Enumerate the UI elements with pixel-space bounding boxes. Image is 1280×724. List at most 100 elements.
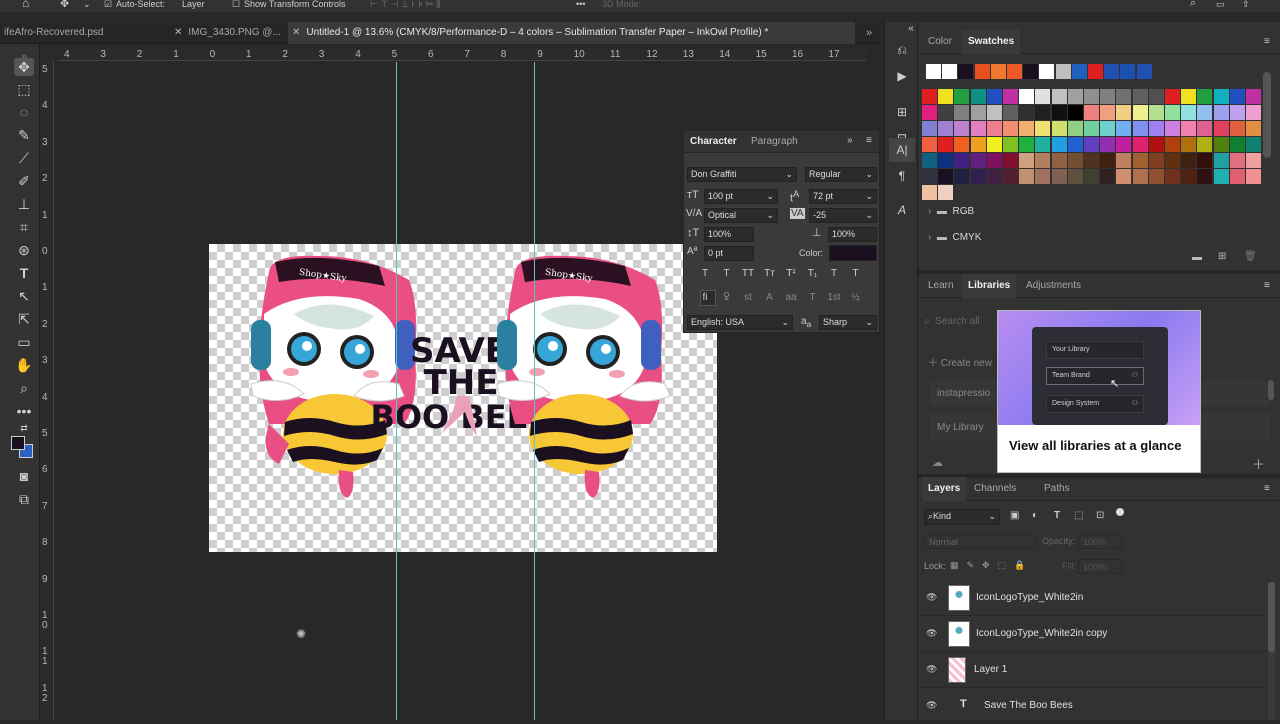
swatch[interactable]: [1003, 89, 1018, 104]
tab-character[interactable]: Character: [690, 136, 737, 147]
close-icon[interactable]: ✕: [292, 27, 300, 38]
swatch[interactable]: [1229, 153, 1245, 168]
swatch[interactable]: [1165, 169, 1180, 184]
swatch[interactable]: [1007, 64, 1022, 79]
swatch[interactable]: [1051, 137, 1067, 152]
swatch[interactable]: [1197, 89, 1213, 104]
swatch[interactable]: [942, 64, 958, 79]
swatch[interactable]: [1197, 169, 1213, 184]
swatch[interactable]: [922, 137, 937, 152]
swatch[interactable]: [1197, 105, 1213, 120]
quick-select-tool-icon[interactable]: ✎: [14, 126, 34, 144]
type-tool-icon[interactable]: T: [14, 264, 34, 282]
filter-type-icon[interactable]: T: [1054, 510, 1060, 521]
swatch[interactable]: [958, 64, 974, 79]
swatch[interactable]: [922, 169, 937, 184]
opentype-button[interactable]: fi: [698, 291, 712, 305]
swatch[interactable]: [1067, 89, 1083, 104]
swatch[interactable]: [986, 89, 1002, 104]
swatch[interactable]: [938, 185, 954, 200]
history-icon[interactable]: ⎌: [894, 42, 910, 58]
swatch[interactable]: [1067, 105, 1083, 120]
swatch[interactable]: [1136, 64, 1152, 79]
type-style-button[interactable]: T: [720, 267, 734, 281]
swatch[interactable]: [1246, 89, 1261, 104]
layer-row[interactable]: 👁 T Save The Boo Bees: [918, 688, 1268, 724]
new-group-icon[interactable]: ▬: [1192, 252, 1202, 263]
swatch[interactable]: [1100, 153, 1116, 168]
layers-scrollbar[interactable]: [1268, 582, 1275, 720]
move-tool-icon[interactable]: ✥: [14, 58, 34, 76]
add-icon[interactable]: ＋: [1252, 454, 1265, 473]
play-actions-icon[interactable]: ▶: [894, 68, 910, 84]
swatch[interactable]: [1148, 121, 1164, 136]
swatch[interactable]: [1148, 89, 1164, 104]
tab-swatches[interactable]: Swatches: [962, 30, 1021, 54]
swatch[interactable]: [1246, 137, 1261, 152]
opentype-button[interactable]: T: [806, 291, 820, 305]
swatch[interactable]: [1132, 169, 1148, 184]
filter-toggle[interactable]: [1116, 508, 1124, 516]
font-style-select[interactable]: Regular ⌄: [805, 167, 877, 182]
layer-row[interactable]: 👁 Layer 1: [918, 652, 1268, 688]
swatch[interactable]: [954, 153, 970, 168]
swatch[interactable]: [1019, 153, 1035, 168]
swatch[interactable]: [1035, 121, 1051, 136]
swatch[interactable]: [938, 137, 954, 152]
swatch[interactable]: [1165, 105, 1180, 120]
type-style-button[interactable]: T¹: [784, 267, 798, 281]
marquee-tool-icon[interactable]: ⬚: [14, 80, 34, 98]
swatch[interactable]: [1181, 105, 1197, 120]
opentype-button[interactable]: st: [741, 291, 755, 305]
tab-document-active[interactable]: ✕ Untitled-1 @ 13.6% (CMYK/8/Performance-…: [288, 22, 855, 44]
swatch[interactable]: [970, 169, 986, 184]
swatch[interactable]: [1019, 169, 1035, 184]
swatch[interactable]: [1035, 153, 1051, 168]
visibility-eye-icon[interactable]: 👁: [926, 700, 940, 710]
swatch[interactable]: [1132, 137, 1148, 152]
paragraph-panel-icon[interactable]: ¶: [894, 168, 910, 184]
visibility-eye-icon[interactable]: 👁: [926, 664, 940, 674]
swatch[interactable]: [1148, 153, 1164, 168]
swatch[interactable]: [1067, 137, 1083, 152]
swatch[interactable]: [922, 105, 937, 120]
opentype-button[interactable]: ½: [849, 291, 863, 305]
swatch[interactable]: [970, 121, 986, 136]
home-icon[interactable]: ⌂: [22, 0, 29, 10]
swatch[interactable]: [1132, 105, 1148, 120]
panel-menu-icon[interactable]: ≡: [1264, 280, 1270, 291]
swatch[interactable]: [1051, 121, 1067, 136]
swatch[interactable]: [922, 153, 937, 168]
swatch[interactable]: [922, 121, 937, 136]
healing-tool-icon[interactable]: ⌗: [14, 218, 34, 236]
tracking-field[interactable]: -25 ⌄: [809, 208, 877, 223]
filter-shape-icon[interactable]: ⬚: [1074, 510, 1083, 521]
libraries-scrollbar[interactable]: [1268, 380, 1274, 400]
filter-adjustment-icon[interactable]: ◐: [1032, 510, 1038, 521]
close-icon[interactable]: ✕: [174, 27, 182, 38]
swatch[interactable]: [1084, 153, 1099, 168]
swatch[interactable]: [1197, 153, 1213, 168]
auto-select-checkbox[interactable]: ☑: [104, 0, 112, 10]
swatch[interactable]: [1067, 121, 1083, 136]
swatch[interactable]: [1088, 64, 1103, 79]
swatch[interactable]: [1148, 169, 1164, 184]
horizontal-scale-field[interactable]: 100%: [828, 227, 877, 242]
tab-channels[interactable]: Channels: [968, 477, 1022, 501]
swatch[interactable]: [990, 64, 1006, 79]
swatch[interactable]: [1023, 64, 1039, 79]
swatch[interactable]: [1148, 137, 1164, 152]
swatch-group-rgb[interactable]: › ▬ RGB: [928, 206, 974, 217]
swatch[interactable]: [1003, 121, 1018, 136]
swatch[interactable]: [986, 137, 1002, 152]
swatch[interactable]: [954, 89, 970, 104]
swatch[interactable]: [1067, 153, 1083, 168]
type-style-button[interactable]: Tт: [763, 267, 777, 281]
swatch[interactable]: [1019, 121, 1035, 136]
swatch[interactable]: [1084, 137, 1099, 152]
swatch[interactable]: [1035, 105, 1051, 120]
swatch[interactable]: [938, 169, 954, 184]
swatch[interactable]: [1181, 137, 1197, 152]
swatch[interactable]: [1213, 169, 1229, 184]
swatch[interactable]: [1035, 137, 1051, 152]
